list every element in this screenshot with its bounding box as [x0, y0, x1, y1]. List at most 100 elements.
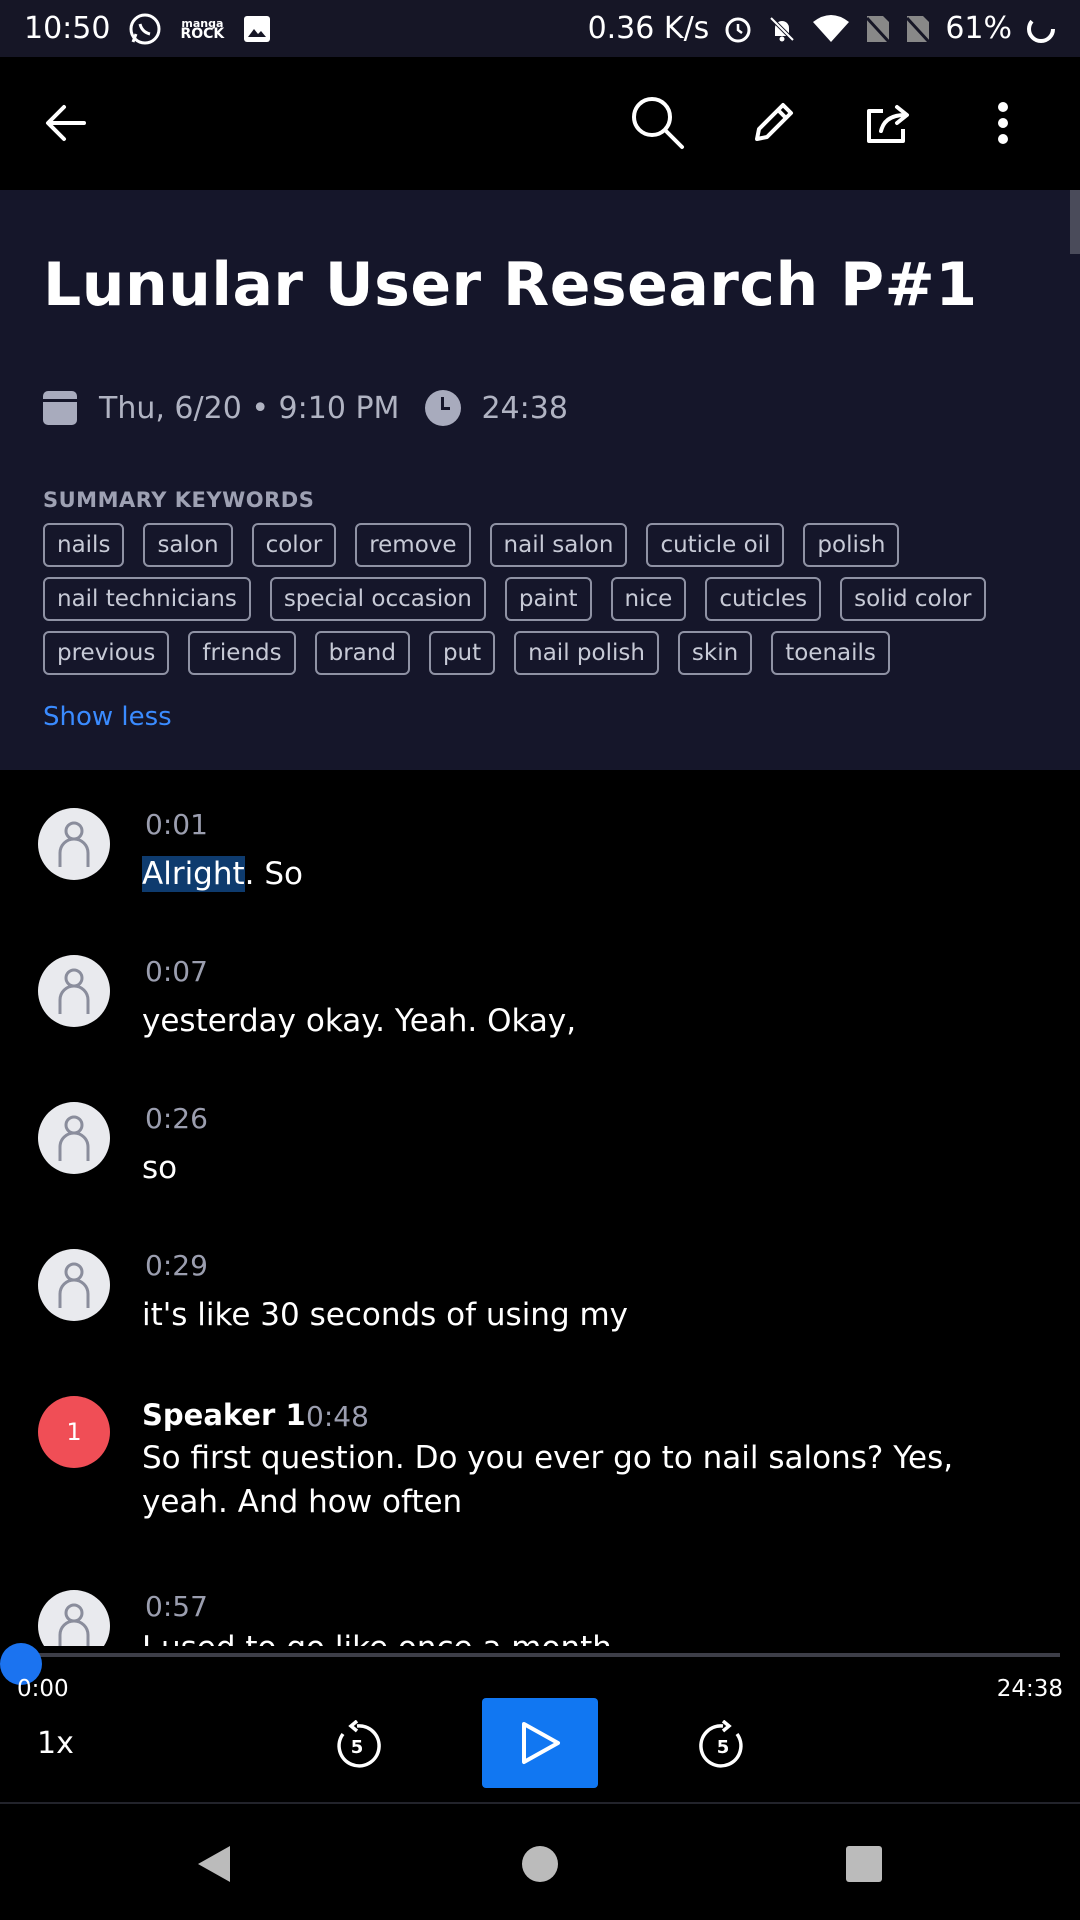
pencil-icon [755, 103, 793, 141]
calendar-icon [43, 391, 77, 425]
transcript-text: I used to go like once a month [142, 1626, 1022, 1646]
transcript-text: So first question. Do you ever go to nai… [142, 1440, 954, 1520]
image-icon [242, 14, 272, 44]
square-recents-icon [846, 1846, 882, 1882]
current-time: 0:00 [17, 1676, 69, 1702]
recording-meta: Thu, 6/20 • 9:10 PM 24:38 [43, 388, 568, 428]
recording-header: Lunular User Research P#1 Thu, 6/20 • 9:… [0, 190, 1080, 770]
battery-percent: 61% [945, 11, 1012, 46]
notifications-off-icon [767, 14, 797, 44]
keyword-chip[interactable]: special occasion [269, 577, 486, 621]
play-button[interactable] [482, 1698, 598, 1788]
keyword-chip[interactable]: paint [504, 577, 592, 621]
play-icon [522, 1722, 560, 1764]
keyword-chip[interactable]: brand [314, 631, 410, 675]
timestamp[interactable]: 0:01 [145, 808, 208, 841]
timestamp[interactable]: 0:07 [145, 955, 208, 988]
timestamp[interactable]: 0:57 [145, 1590, 208, 1623]
keyword-chip[interactable]: cuticles [705, 577, 822, 621]
app-bar [0, 57, 1080, 190]
recording-duration: 24:38 [481, 390, 568, 426]
transcript-text: yesterday okay. Yeah. Okay, [142, 1003, 577, 1039]
rewind-5-icon: 5 [337, 1720, 381, 1768]
avatar [38, 808, 110, 880]
wifi-icon [811, 14, 851, 44]
person-icon [58, 821, 90, 867]
transcript-list[interactable]: 0:01 Alright. So 0:07 yesterday okay. Ye… [0, 770, 1080, 1646]
share-button[interactable] [852, 87, 924, 159]
keyword-chip[interactable]: color [251, 523, 337, 567]
keyword-chip[interactable]: solid color [840, 577, 986, 621]
person-icon [58, 1603, 90, 1646]
person-icon [58, 1262, 90, 1308]
keyword-chip[interactable]: nails [43, 523, 125, 567]
alarm-icon [723, 14, 753, 44]
page-title: Lunular User Research P#1 [43, 250, 978, 320]
status-bar: 10:50 manga ROCK 0.36 K/s 61% [0, 0, 1080, 57]
keyword-chip[interactable]: skin [677, 631, 753, 675]
recording-date: Thu, 6/20 • 9:10 PM [99, 390, 400, 426]
search-button[interactable] [622, 87, 694, 159]
keyword-chip[interactable]: nail salon [489, 523, 628, 567]
keyword-chip[interactable]: salon [143, 523, 233, 567]
rewind-button[interactable]: 5 [327, 1716, 387, 1776]
forward-seconds: 5 [717, 1737, 730, 1758]
keyword-chip[interactable]: put [428, 631, 496, 675]
keyword-chips: nails salon color remove nail salon cuticle o… [43, 523, 1053, 675]
timestamp[interactable]: 0:26 [145, 1102, 208, 1135]
transcript-text: it's like 30 seconds of using my [142, 1297, 629, 1333]
status-time: 10:50 [24, 11, 111, 46]
transcript-text: so [142, 1150, 178, 1186]
total-time: 24:38 [996, 1676, 1063, 1702]
nav-recents-button[interactable] [840, 1840, 888, 1888]
rewind-seconds: 5 [351, 1737, 364, 1758]
back-button[interactable] [30, 87, 102, 159]
manga-rock-bottom-text: ROCK [180, 25, 225, 42]
summary-keywords-label: SUMMARY KEYWORDS [43, 488, 315, 512]
nav-back-button[interactable] [190, 1840, 238, 1888]
keyword-chip[interactable]: previous [43, 631, 170, 675]
keyword-chip[interactable]: nail technicians [43, 577, 251, 621]
timestamp[interactable]: 0:48 [306, 1400, 369, 1433]
network-speed: 0.36 K/s [587, 11, 710, 46]
seek-bar[interactable] [0, 1643, 1060, 1685]
manga-rock-icon: manga ROCK [180, 18, 225, 42]
keyword-chip[interactable]: nail polish [514, 631, 659, 675]
keyword-chip[interactable]: nice [610, 577, 687, 621]
avatar [38, 1102, 110, 1174]
avatar [38, 1590, 110, 1646]
forward-5-icon: 5 [699, 1720, 743, 1768]
search-icon [632, 97, 684, 149]
nav-home-button[interactable] [516, 1840, 564, 1888]
avatar [38, 1249, 110, 1321]
circle-home-icon [522, 1846, 558, 1882]
more-options-button[interactable] [967, 87, 1039, 159]
keyword-chip[interactable]: friends [188, 631, 296, 675]
person-icon [58, 1115, 90, 1161]
keyword-chip[interactable]: cuticle oil [646, 523, 785, 567]
more-vert-icon [998, 102, 1008, 144]
no-sim-icon [865, 14, 891, 44]
no-sim-2-icon [905, 14, 931, 44]
avatar [38, 955, 110, 1027]
forward-button[interactable]: 5 [693, 1716, 753, 1776]
triangle-back-icon [198, 1846, 230, 1882]
speaker-avatar[interactable]: 1 [38, 1396, 110, 1468]
audio-player: 0:00 24:38 1x 5 5 [0, 1643, 1080, 1804]
whatsapp-icon [128, 12, 162, 46]
keyword-chip[interactable]: polish [803, 523, 900, 567]
back-arrow-icon [46, 105, 86, 141]
transcript-text: Alright. So [142, 852, 1022, 896]
person-icon [58, 968, 90, 1014]
speaker-name[interactable]: Speaker 1 [142, 1398, 306, 1432]
edit-button[interactable] [737, 87, 809, 159]
timestamp[interactable]: 0:29 [145, 1249, 208, 1282]
keyword-chip[interactable]: toenails [771, 631, 890, 675]
share-icon [867, 105, 909, 143]
clock-icon [425, 390, 462, 426]
highlighted-word[interactable]: Alright [142, 856, 245, 892]
show-less-link[interactable]: Show less [43, 702, 172, 732]
keyword-chip[interactable]: remove [355, 523, 471, 567]
scrollbar-thumb[interactable] [1070, 190, 1080, 254]
playback-speed-button[interactable]: 1x [37, 1726, 74, 1761]
